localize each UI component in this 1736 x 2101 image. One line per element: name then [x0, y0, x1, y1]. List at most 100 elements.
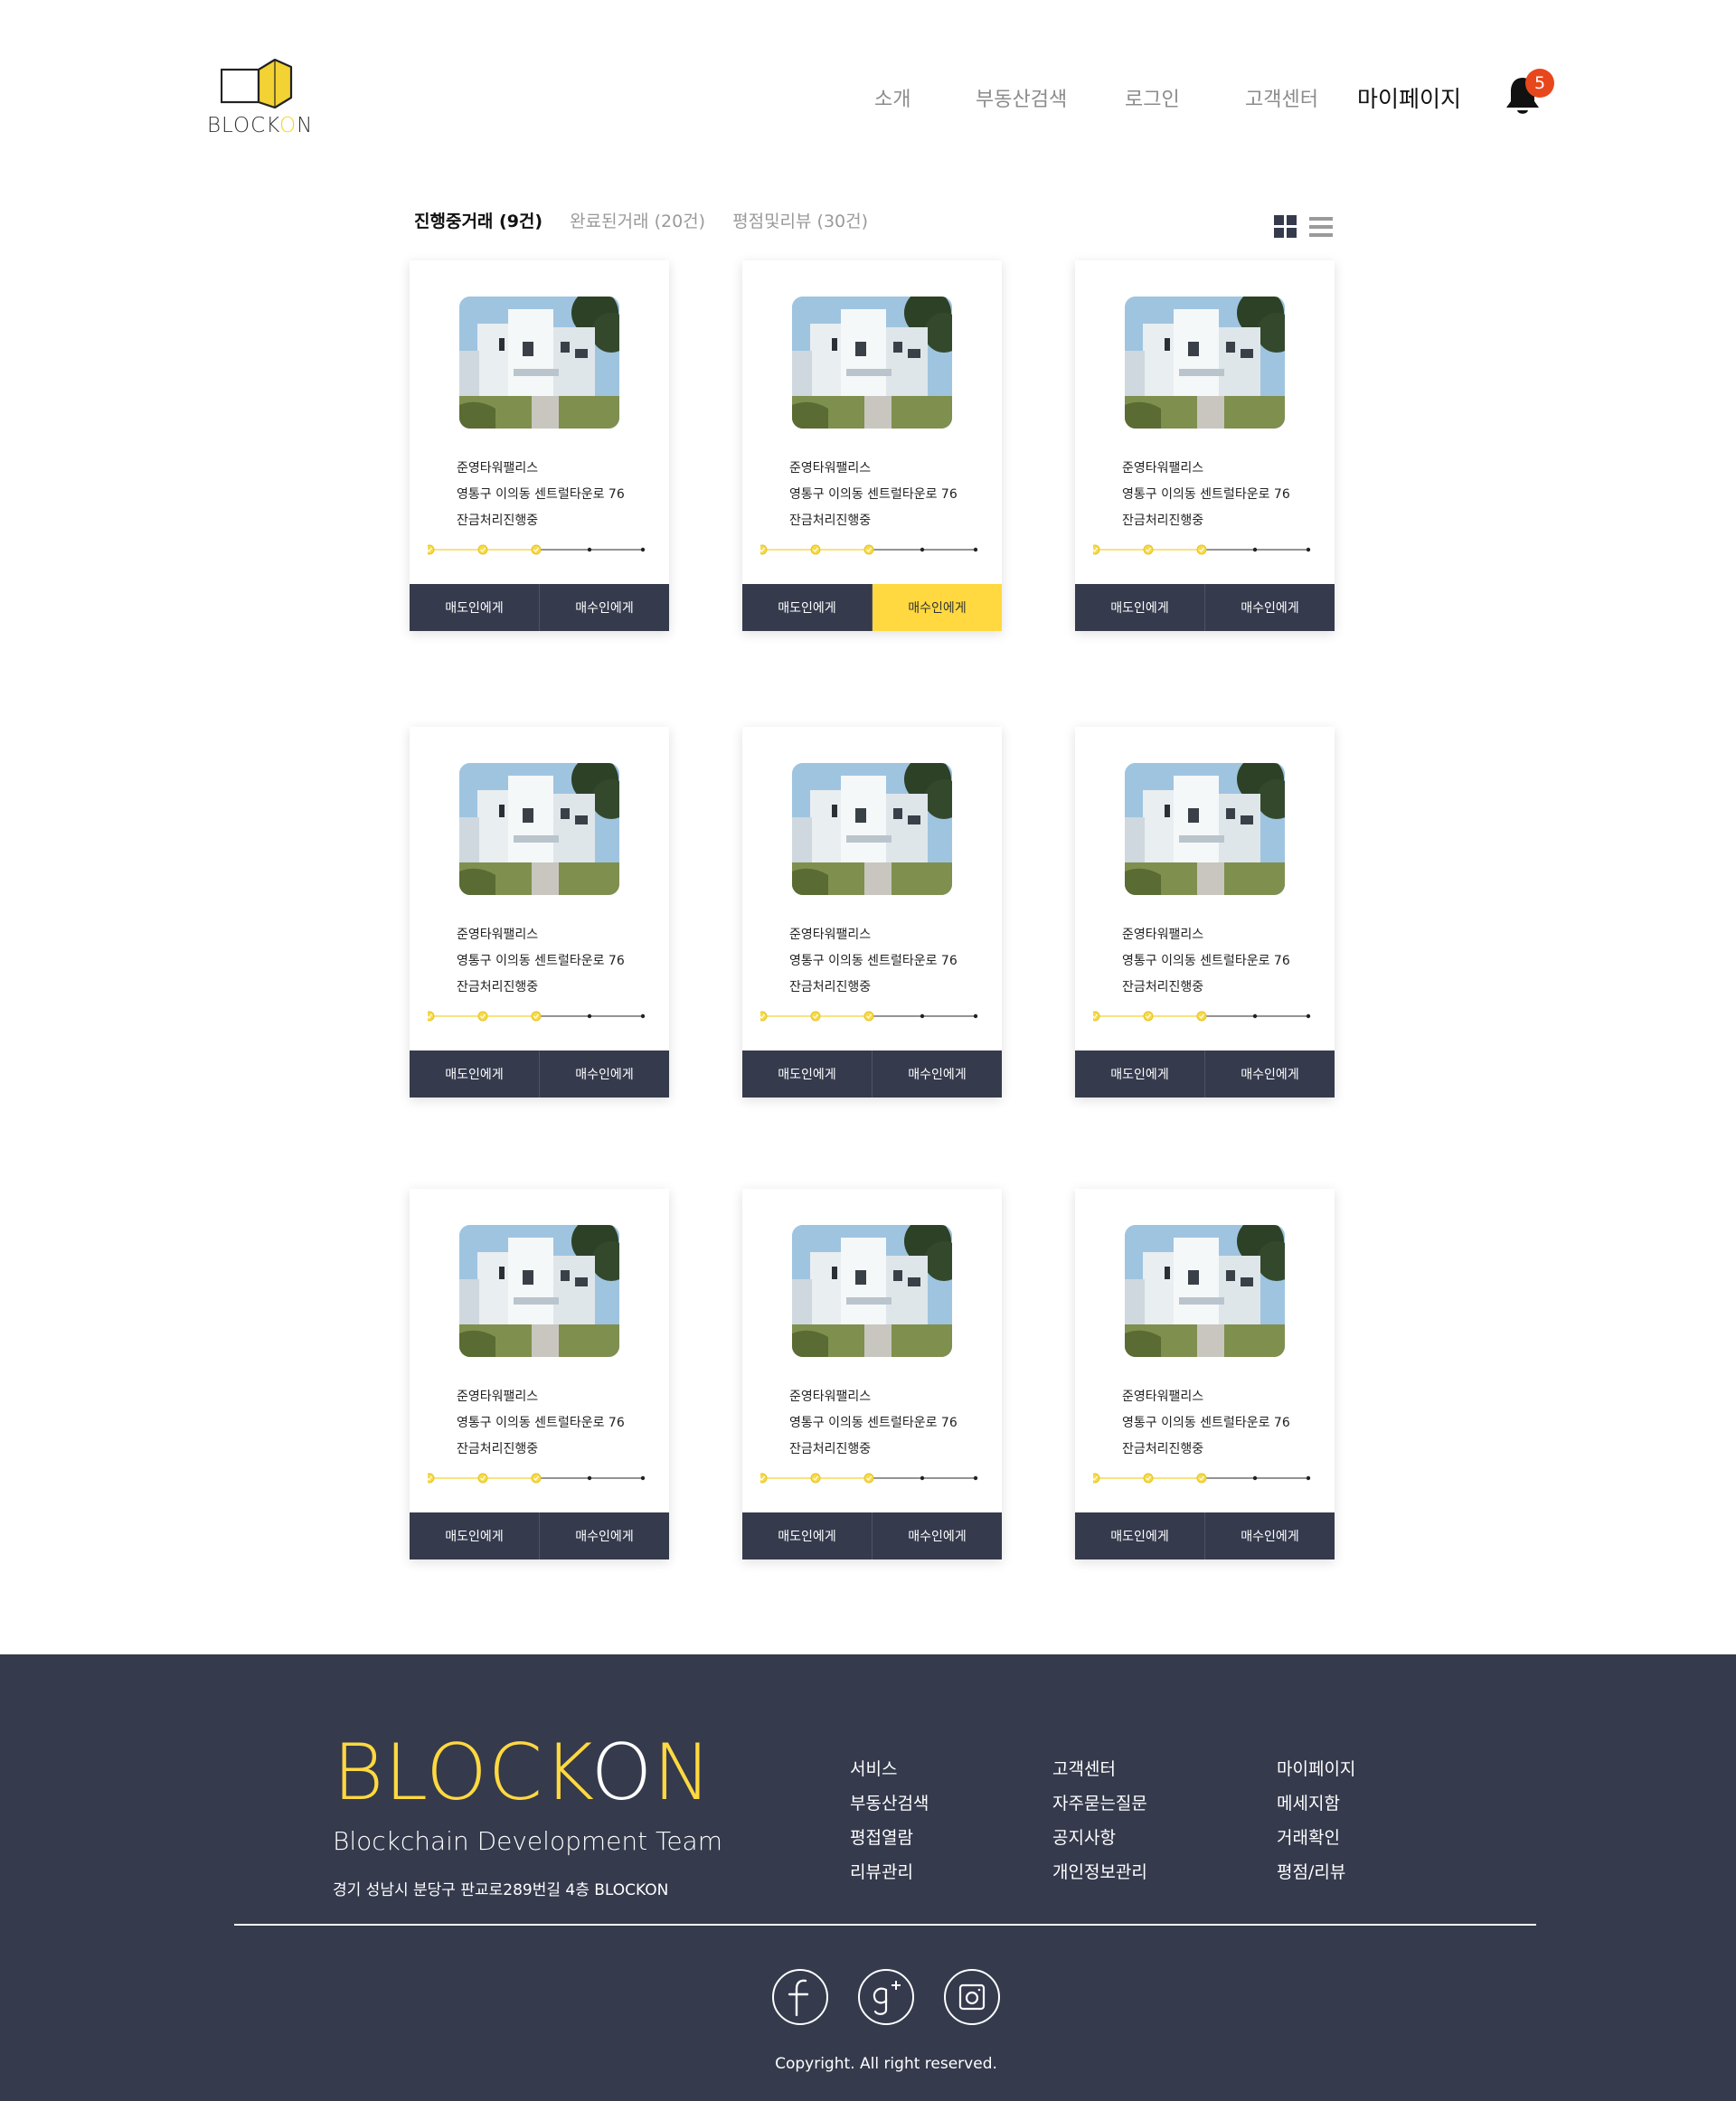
deal-progress — [760, 1011, 978, 1022]
to-buyer-button[interactable]: 매수인에게 — [539, 1050, 669, 1098]
deal-card[interactable]: 준영타워팰리스 영통구 이의동 센트럴타운로 76 잔금처리진행중 매도인에게 매수인에… — [742, 1189, 1002, 1559]
progress-step-pending — [587, 1013, 592, 1019]
to-seller-button[interactable]: 매도인에게 — [410, 1512, 539, 1559]
deal-card[interactable]: 준영타워팰리스 영통구 이의동 센트럴타운로 76 잔금처리진행중 매도인에게 매수인에… — [410, 727, 669, 1098]
property-info: 준영타워팰리스영통구 이의동 센트럴타운로 76 잔금처리진행중 — [457, 456, 625, 534]
footer-link[interactable]: 자주묻는질문 — [1052, 1786, 1147, 1821]
property-photo — [792, 1225, 952, 1357]
to-buyer-button[interactable]: 매수인에게 — [1204, 584, 1335, 631]
footer-link[interactable]: 평접열람 — [850, 1821, 929, 1855]
deal-progress — [428, 1011, 646, 1022]
nav-customer-center[interactable]: 고객센터 — [1245, 83, 1318, 112]
deal-progress — [1093, 1473, 1311, 1484]
google-plus-icon[interactable] — [858, 1969, 914, 2025]
tab-completed[interactable]: 완료된거래 (20건) — [570, 208, 705, 232]
to-buyer-button[interactable]: 매수인에게 — [872, 1050, 1002, 1098]
property-address: 영통구 이의동 센트럴타운로 76 — [457, 1416, 625, 1430]
footer-link[interactable]: 개인정보관리 — [1052, 1855, 1147, 1889]
footer-column-mypage: 마이페이지 메세지함 거래확인 평점/리뷰 — [1277, 1752, 1355, 1889]
deal-card[interactable]: 준영타워팰리스 영통구 이의동 센트럴타운로 76 잔금처리진행중 매도인에게 매수인에… — [1075, 260, 1335, 631]
deal-status: 잔금처리진행중 — [1122, 513, 1204, 528]
progress-step-done — [863, 1011, 874, 1022]
progress-step-pending — [973, 1475, 978, 1481]
footer-link[interactable]: 리뷰관리 — [850, 1855, 929, 1889]
instagram-icon[interactable] — [944, 1969, 1000, 2025]
blockon-logo[interactable]: BLOCKON — [207, 58, 312, 141]
property-address: 영통구 이의동 센트럴타운로 76 — [1122, 1416, 1290, 1430]
to-seller-button[interactable]: 매도인에게 — [742, 1512, 872, 1559]
progress-step-done — [810, 1473, 821, 1484]
deal-status: 잔금처리진행중 — [457, 513, 539, 528]
footer-link[interactable]: 고객센터 — [1052, 1752, 1147, 1786]
card-actions: 매도인에게 매수인에게 — [1075, 1512, 1335, 1559]
footer-address: 경기 성남시 분당구 판교로289번길 4층 BLOCKON — [333, 1881, 669, 1899]
to-buyer-button[interactable]: 매수인에게 — [872, 1512, 1002, 1559]
logo-box-icon — [221, 58, 293, 108]
footer-link[interactable]: 부동산검색 — [850, 1786, 929, 1821]
footer-link[interactable]: 공지사항 — [1052, 1821, 1147, 1855]
deal-card[interactable]: 준영타워팰리스영통구 이의동 센트럴타운로 76 잔금처리진행중매도인에게 매수인에… — [410, 260, 669, 631]
to-seller-button[interactable]: 매도인에게 — [742, 1050, 872, 1098]
tab-reviews[interactable]: 평점및리뷰 (30건) — [732, 208, 868, 232]
card-actions: 매도인에게 매수인에게 — [1075, 1050, 1335, 1098]
tab-in-progress[interactable]: 진행중거래 (9건) — [414, 208, 542, 232]
to-seller-button[interactable]: 매도인에게 — [410, 1050, 539, 1098]
nav-login[interactable]: 로그인 — [1125, 83, 1180, 112]
progress-step-done — [1143, 1011, 1154, 1022]
progress-step-pending — [1252, 1475, 1258, 1481]
property-name: 준영타워팰리스 — [457, 461, 539, 476]
property-address: 영통구 이의동 센트럴타운로 76 — [789, 487, 958, 502]
footer-divider — [234, 1924, 1536, 1926]
to-buyer-button[interactable]: 매수인에게 — [539, 1512, 669, 1559]
to-seller-button[interactable]: 매도인에게 — [1075, 584, 1204, 631]
property-address: 영통구 이의동 센트럴타운로 76 — [457, 487, 625, 502]
property-name: 준영타워팰리스 — [1122, 928, 1204, 942]
to-buyer-button[interactable]: 매수인에게 — [872, 584, 1002, 631]
footer-link[interactable]: 마이페이지 — [1277, 1752, 1355, 1786]
to-buyer-button[interactable]: 매수인에게 — [1204, 1512, 1335, 1559]
property-photo — [792, 297, 952, 429]
to-seller-button[interactable]: 매도인에게 — [1075, 1512, 1204, 1559]
footer-link[interactable]: 평점/리뷰 — [1277, 1855, 1355, 1889]
progress-step-pending — [920, 1013, 925, 1019]
deal-status: 잔금처리진행중 — [789, 980, 872, 994]
progress-step-pending — [640, 547, 646, 552]
footer-column-service: 서비스 부동산검색 평접열람 리뷰관리 — [850, 1752, 929, 1889]
property-photo — [1125, 1225, 1285, 1357]
facebook-icon[interactable] — [772, 1969, 828, 2025]
deal-tabs: 진행중거래 (9건) 완료된거래 (20건) 평점및리뷰 (30건) — [414, 208, 890, 232]
deal-card[interactable]: 준영타워팰리스 영통구 이의동 센트럴타운로 76 잔금처리진행중 매도인에게 매수인에… — [742, 260, 1002, 631]
footer-team: Blockchain Development Team — [333, 1826, 722, 1856]
progress-step-done — [1143, 1473, 1154, 1484]
progress-step-done — [863, 544, 874, 555]
deal-card[interactable]: 준영타워팰리스 영통구 이의동 센트럴타운로 76 잔금처리진행중 매도인에게 매수인에… — [1075, 1189, 1335, 1559]
progress-step-pending — [1306, 547, 1311, 552]
to-buyer-button[interactable]: 매수인에게 — [1204, 1050, 1335, 1098]
progress-step-pending — [587, 1475, 592, 1481]
progress-step-done — [477, 1473, 488, 1484]
card-actions: 매도인에게 매수인에게 — [410, 1512, 669, 1559]
deal-card[interactable]: 준영타워팰리스 영통구 이의동 센트럴타운로 76 잔금처리진행중 매도인에게 매수인에… — [742, 727, 1002, 1098]
nav-property-search[interactable]: 부동산검색 — [976, 83, 1067, 112]
progress-step-pending — [640, 1013, 646, 1019]
progress-step-done — [477, 544, 488, 555]
list-view-icon[interactable] — [1309, 217, 1333, 239]
progress-step-done — [531, 1011, 542, 1022]
deal-card[interactable]: 준영타워팰리스 영통구 이의동 센트럴타운로 76 잔금처리진행중 매도인에게 매수인에… — [1075, 727, 1335, 1098]
grid-view-icon[interactable] — [1274, 215, 1297, 239]
deal-card[interactable]: 준영타워팰리스 영통구 이의동 센트럴타운로 76 잔금처리진행중 매도인에게 매수인에… — [410, 1189, 669, 1559]
to-buyer-button[interactable]: 매수인에게 — [539, 584, 669, 631]
property-name: 준영타워팰리스 — [457, 928, 539, 942]
logo-text: BLOCKON — [207, 114, 314, 137]
deal-status: 잔금처리진행중 — [789, 1442, 872, 1456]
progress-step-done — [1196, 1473, 1207, 1484]
nav-about[interactable]: 소개 — [874, 83, 910, 112]
deal-status: 잔금처리진행중 — [457, 980, 539, 994]
footer-link[interactable]: 서비스 — [850, 1752, 929, 1786]
to-seller-button[interactable]: 매도인에게 — [742, 584, 872, 631]
footer-link[interactable]: 거래확인 — [1277, 1821, 1355, 1855]
footer-link[interactable]: 메세지함 — [1277, 1786, 1355, 1821]
to-seller-button[interactable]: 매도인에게 — [410, 584, 539, 631]
to-seller-button[interactable]: 매도인에게 — [1075, 1050, 1204, 1098]
nav-mypage[interactable]: 마이페이지 — [1357, 81, 1461, 114]
